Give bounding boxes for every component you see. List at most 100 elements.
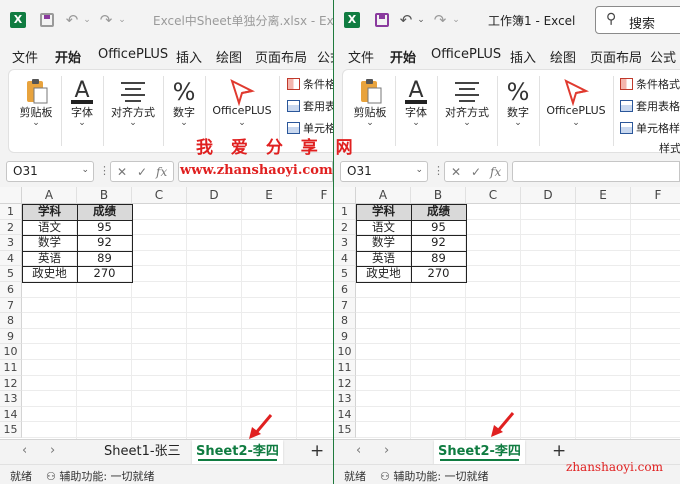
name-box[interactable]: O31 ⌄ xyxy=(6,161,94,182)
tab-file[interactable]: 文件 xyxy=(348,47,374,66)
row-header-10[interactable]: 10 xyxy=(0,344,22,360)
row-header-4[interactable]: 4 xyxy=(334,250,356,267)
row-header-15[interactable]: 15 xyxy=(0,422,22,438)
row-header-1[interactable]: 1 xyxy=(0,204,22,220)
row-header-13[interactable]: 13 xyxy=(334,391,356,407)
table-cell[interactable]: 95 xyxy=(77,220,132,236)
row-header-13[interactable]: 13 xyxy=(0,391,22,407)
row-header-8[interactable]: 8 xyxy=(0,313,22,329)
column-header-f[interactable]: F xyxy=(631,187,680,204)
column-header-e[interactable]: E xyxy=(242,187,297,204)
table-cell[interactable]: 英语 xyxy=(356,251,411,267)
row-header-9[interactable]: 9 xyxy=(334,328,356,345)
tab-file[interactable]: 文件 xyxy=(12,47,38,66)
column-header-f[interactable]: F xyxy=(297,187,333,204)
row-header-7[interactable]: 7 xyxy=(0,297,22,314)
column-header-d[interactable]: D xyxy=(521,187,576,204)
add-sheet-icon[interactable]: + xyxy=(552,441,566,461)
table-cell[interactable]: 语文 xyxy=(22,220,77,236)
chevron-down-icon[interactable]: ⌄ xyxy=(117,11,127,29)
sheet-tab-sheet1[interactable]: Sheet1-张三 xyxy=(100,440,185,464)
tab-insert[interactable]: 插入 xyxy=(510,47,536,66)
table-cell[interactable]: 95 xyxy=(411,220,466,236)
column-header-b[interactable]: B xyxy=(411,187,466,204)
row-header-5[interactable]: 5 xyxy=(334,266,356,282)
sheet-tab-sheet2[interactable]: Sheet2-李四 xyxy=(434,440,525,464)
tab-formulas[interactable]: 公式 xyxy=(650,47,676,66)
column-header-a[interactable]: A xyxy=(22,187,77,204)
select-all-corner[interactable] xyxy=(0,187,22,204)
chevron-down-icon[interactable]: ⌄ xyxy=(82,11,92,29)
column-header-b[interactable]: B xyxy=(77,187,132,204)
row-header-2[interactable]: 2 xyxy=(334,219,356,236)
table-cell[interactable]: 数学 xyxy=(356,235,411,251)
worksheet-grid[interactable]: A B C D E F 1 2 3 4 5 6 7 8 9 10 11 12 13 14 15 学科 成绩 语文 95 数学 92 英… xyxy=(0,187,333,439)
table-cell[interactable]: 270 xyxy=(77,266,132,282)
row-header-12[interactable]: 12 xyxy=(0,375,22,392)
row-header-2[interactable]: 2 xyxy=(0,219,22,236)
row-header-4[interactable]: 4 xyxy=(0,250,22,267)
column-header-e[interactable]: E xyxy=(576,187,631,204)
chevron-down-icon[interactable]: ⌄ xyxy=(415,165,423,175)
table-header-cell[interactable]: 成绩 xyxy=(411,204,466,220)
row-header-9[interactable]: 9 xyxy=(0,328,22,345)
tab-officeplus[interactable]: OfficePLUS xyxy=(431,47,501,62)
tab-home[interactable]: 开始 xyxy=(55,47,81,71)
conditional-formatting-button[interactable]: 条件格式 xyxy=(287,76,333,92)
row-header-5[interactable]: 5 xyxy=(0,266,22,282)
conditional-formatting-button[interactable]: 条件格式 xyxy=(620,76,680,92)
table-cell[interactable]: 89 xyxy=(77,251,132,267)
row-header-12[interactable]: 12 xyxy=(334,375,356,392)
save-icon[interactable] xyxy=(40,13,54,27)
worksheet-grid[interactable]: A B C D E F 1 2 3 4 5 6 7 8 9 10 11 12 13 14 15 学科 成绩 语文 95 数学 92 英… xyxy=(334,187,680,439)
table-cell[interactable]: 数学 xyxy=(22,235,77,251)
name-box[interactable]: O31 ⌄ xyxy=(340,161,428,182)
undo-icon[interactable]: ↶ xyxy=(64,11,80,29)
tab-officeplus[interactable]: OfficePLUS xyxy=(98,47,168,62)
cancel-icon[interactable]: ✕ xyxy=(117,165,127,179)
cancel-icon[interactable]: ✕ xyxy=(451,165,461,179)
column-header-c[interactable]: C xyxy=(132,187,187,204)
row-header-11[interactable]: 11 xyxy=(334,360,356,376)
table-cell[interactable]: 92 xyxy=(411,235,466,251)
row-header-15[interactable]: 15 xyxy=(334,422,356,438)
table-cell[interactable]: 270 xyxy=(411,266,466,282)
cell-styles-button[interactable]: 单元格样式 xyxy=(620,120,680,136)
chevron-down-icon[interactable]: ⌄ xyxy=(416,11,426,29)
column-header-a[interactable]: A xyxy=(356,187,411,204)
tab-draw[interactable]: 绘图 xyxy=(216,47,242,66)
previous-sheet-icon[interactable]: ‹ xyxy=(356,443,361,458)
row-header-3[interactable]: 3 xyxy=(334,235,356,251)
row-header-14[interactable]: 14 xyxy=(0,406,22,423)
row-header-1[interactable]: 1 xyxy=(334,204,356,220)
insert-function-icon[interactable]: fx xyxy=(490,165,501,179)
previous-sheet-icon[interactable]: ‹ xyxy=(22,443,27,458)
column-header-d[interactable]: D xyxy=(187,187,242,204)
chevron-down-icon[interactable]: ⌄ xyxy=(81,165,89,175)
save-icon[interactable] xyxy=(375,13,389,27)
format-as-table-button[interactable]: 套用表格 xyxy=(287,98,333,114)
redo-icon[interactable]: ↷ xyxy=(432,11,448,29)
accessibility-status[interactable]: ⚇ 辅助功能: 一切就绪 xyxy=(380,468,489,484)
enter-icon[interactable]: ✓ xyxy=(471,165,481,179)
table-cell[interactable]: 92 xyxy=(77,235,132,251)
undo-icon[interactable]: ↶ xyxy=(398,11,414,29)
chevron-down-icon[interactable]: ⌄ xyxy=(451,11,461,29)
tab-formulas[interactable]: 公式 xyxy=(317,47,333,66)
tab-page-layout[interactable]: 页面布局 xyxy=(255,47,307,66)
add-sheet-icon[interactable]: + xyxy=(310,441,324,461)
tab-insert[interactable]: 插入 xyxy=(176,47,202,66)
tab-home[interactable]: 开始 xyxy=(390,47,416,71)
table-header-cell[interactable]: 学科 xyxy=(356,204,411,220)
row-header-11[interactable]: 11 xyxy=(0,360,22,376)
table-cell[interactable]: 政史地 xyxy=(356,266,411,282)
column-header-c[interactable]: C xyxy=(466,187,521,204)
select-all-corner[interactable] xyxy=(334,187,356,204)
insert-function-icon[interactable]: fx xyxy=(156,165,167,179)
format-as-table-button[interactable]: 套用表格格 xyxy=(620,98,680,114)
redo-icon[interactable]: ↷ xyxy=(98,11,114,29)
search-box[interactable]: ⚲ 搜索 xyxy=(595,6,680,34)
row-header-8[interactable]: 8 xyxy=(334,313,356,329)
table-cell[interactable]: 英语 xyxy=(22,251,77,267)
table-cell[interactable]: 政史地 xyxy=(22,266,77,282)
